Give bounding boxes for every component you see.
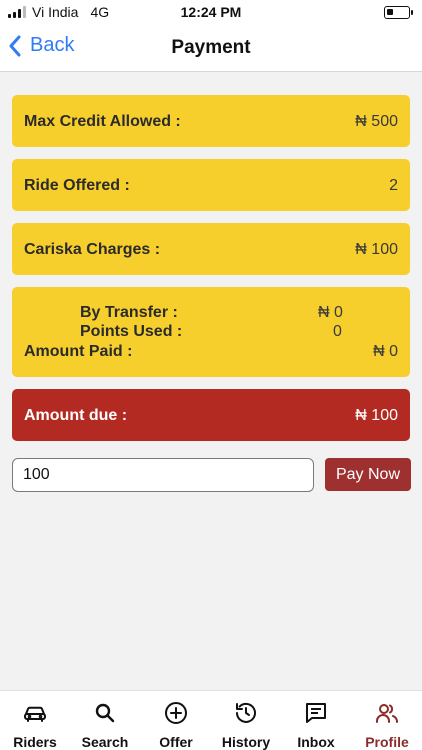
tab-inbox[interactable]: Inbox: [281, 691, 351, 750]
tab-label: Search: [81, 734, 129, 750]
max-credit-card: Max Credit Allowed : ₦ 500: [12, 95, 410, 147]
tab-label: Offer: [159, 734, 193, 750]
search-icon: [95, 703, 115, 723]
bottom-tab-bar: Riders Search Offer History Inbox Profil…: [0, 690, 422, 750]
car-icon: [24, 706, 46, 722]
amount-due-value: ₦ 100: [355, 407, 398, 424]
amount-due-label: Amount due :: [24, 407, 128, 424]
tab-offer[interactable]: Offer: [141, 691, 211, 750]
by-transfer-label: By Transfer :: [80, 304, 178, 321]
history-icon: [236, 702, 256, 723]
cariska-charges-card: Cariska Charges : ₦ 100: [12, 223, 410, 275]
pay-now-button[interactable]: Pay Now: [325, 458, 411, 491]
max-credit-value: ₦ 500: [355, 113, 398, 130]
points-used-label: Points Used :: [80, 323, 183, 340]
status-bar: Vi India 4G 12:24 PM: [0, 0, 422, 24]
by-transfer-value: ₦ 0: [318, 304, 343, 321]
message-icon: [306, 703, 326, 723]
tab-search[interactable]: Search: [70, 691, 140, 750]
amount-paid-value: ₦ 0: [373, 343, 398, 360]
amount-paid-label: Amount Paid :: [24, 343, 133, 360]
tab-label: Riders: [13, 734, 57, 750]
users-icon: [376, 704, 398, 723]
battery-icon: [384, 6, 413, 19]
tab-label: Inbox: [297, 734, 335, 750]
cariska-charges-value: ₦ 100: [355, 241, 398, 258]
tab-profile[interactable]: Profile: [352, 691, 422, 750]
amount-due-card: Amount due : ₦ 100: [12, 389, 410, 441]
points-used-value: 0: [333, 323, 342, 340]
ride-offered-value: 2: [389, 177, 398, 194]
ride-offered-label: Ride Offered :: [24, 177, 130, 194]
max-credit-label: Max Credit Allowed :: [24, 113, 181, 130]
cariska-charges-label: Cariska Charges :: [24, 241, 161, 258]
tab-riders[interactable]: Riders: [0, 691, 70, 750]
tab-label: Profile: [365, 734, 409, 750]
tab-history[interactable]: History: [211, 691, 281, 750]
page-title: Payment: [171, 37, 251, 58]
status-time: 12:24 PM: [180, 4, 242, 20]
payment-amount-input[interactable]: [12, 458, 314, 492]
ride-offered-card: Ride Offered : 2: [12, 159, 410, 211]
nav-bar: Back Payment: [0, 24, 422, 72]
plus-circle-icon: [165, 702, 187, 724]
amount-paid-card: By Transfer : ₦ 0 Points Used : 0 Amount…: [12, 287, 410, 377]
tab-label: History: [221, 734, 271, 750]
